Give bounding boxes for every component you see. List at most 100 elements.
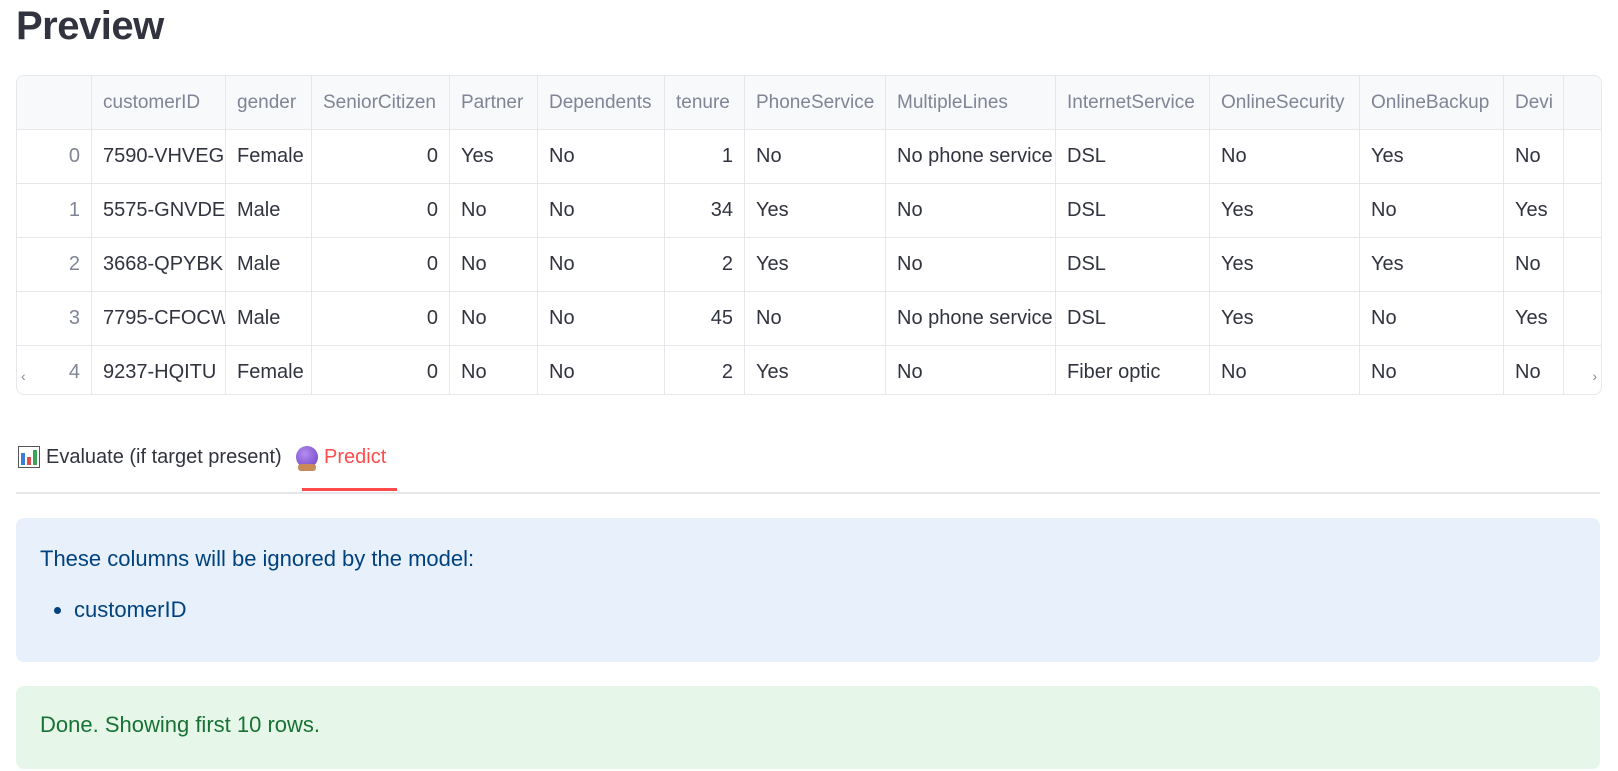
table-cell[interactable]: Female: [226, 130, 312, 183]
scroll-left-icon[interactable]: ‹: [21, 368, 26, 384]
table-cell[interactable]: No: [886, 238, 1056, 291]
column-header[interactable]: SeniorCitizen: [312, 76, 450, 129]
table-row: 4 9237-HQITU Female 0 No No 2 Yes No Fiber optic N…: [17, 346, 1601, 394]
table-cell[interactable]: Yes: [1210, 292, 1360, 345]
column-header[interactable]: customerID: [92, 76, 226, 129]
tab-predict[interactable]: Predict: [296, 446, 386, 490]
tab-bar: Evaluate (if target present) Predict: [16, 436, 1600, 494]
table-cell[interactable]: 7590-VHVEG: [92, 130, 226, 183]
scroll-right-icon[interactable]: ›: [1592, 368, 1597, 384]
table-cell[interactable]: Yes: [745, 184, 886, 237]
column-header[interactable]: gender: [226, 76, 312, 129]
table-cell[interactable]: Yes: [450, 130, 538, 183]
table-cell[interactable]: 34: [665, 184, 745, 237]
page-title: Preview: [16, 4, 164, 48]
table-cell[interactable]: No: [1360, 346, 1504, 394]
table-cell[interactable]: No: [450, 238, 538, 291]
ignored-columns-list: customerID: [40, 590, 186, 630]
table-cell[interactable]: No: [538, 346, 665, 394]
table-cell[interactable]: 0: [312, 184, 450, 237]
table-cell[interactable]: No: [745, 292, 886, 345]
table-cell[interactable]: Yes: [1360, 130, 1504, 183]
table-cell[interactable]: No: [886, 346, 1056, 394]
table-cell[interactable]: DSL: [1056, 130, 1210, 183]
table-cell[interactable]: Yes: [745, 238, 886, 291]
column-header[interactable]: Dependents: [538, 76, 665, 129]
table-cell[interactable]: Male: [226, 292, 312, 345]
table-cell[interactable]: 45: [665, 292, 745, 345]
table-cell[interactable]: 1: [665, 130, 745, 183]
table-cell[interactable]: No: [1504, 346, 1564, 394]
table-cell[interactable]: No: [538, 292, 665, 345]
table-cell[interactable]: 7795-CFOCW: [92, 292, 226, 345]
table-header-row: customerID gender SeniorCitizen Partner Depe…: [17, 76, 1601, 130]
table-cell[interactable]: Male: [226, 184, 312, 237]
table-cell[interactable]: 9237-HQITU: [92, 346, 226, 394]
table-cell[interactable]: No: [450, 292, 538, 345]
data-grid: customerID gender SeniorCitizen Partner Depe…: [17, 76, 1601, 394]
dataframe-preview[interactable]: customerID gender SeniorCitizen Partner Depe…: [16, 75, 1602, 395]
table-cell[interactable]: No: [886, 184, 1056, 237]
table-cell[interactable]: No: [538, 130, 665, 183]
table-cell[interactable]: 0: [312, 346, 450, 394]
table-cell[interactable]: Yes: [1504, 292, 1564, 345]
crystal-ball-icon: [296, 446, 318, 471]
table-cell[interactable]: No: [1360, 184, 1504, 237]
table-row: 2 3668-QPYBK Male 0 No No 2 Yes No DSL Yes Yes No: [17, 238, 1601, 292]
table-cell[interactable]: Male: [226, 238, 312, 291]
column-header[interactable]: tenure: [665, 76, 745, 129]
table-cell[interactable]: No: [538, 238, 665, 291]
table-cell[interactable]: No: [538, 184, 665, 237]
table-cell[interactable]: DSL: [1056, 238, 1210, 291]
table-cell[interactable]: No: [450, 184, 538, 237]
table-cell[interactable]: No: [1504, 238, 1564, 291]
row-index[interactable]: 0: [17, 130, 92, 183]
active-tab-indicator: [302, 488, 397, 491]
table-cell[interactable]: Fiber optic: [1056, 346, 1210, 394]
table-row: 1 5575-GNVDE Male 0 No No 34 Yes No DSL Yes No Yes: [17, 184, 1601, 238]
table-cell[interactable]: No: [1504, 130, 1564, 183]
column-header[interactable]: Partner: [450, 76, 538, 129]
tab-predict-label: Predict: [324, 446, 387, 468]
list-item: customerID: [74, 590, 186, 630]
table-cell[interactable]: 0: [312, 130, 450, 183]
table-cell[interactable]: No: [450, 346, 538, 394]
table-cell[interactable]: Yes: [1210, 238, 1360, 291]
table-cell[interactable]: Yes: [1504, 184, 1564, 237]
table-cell[interactable]: DSL: [1056, 184, 1210, 237]
row-index[interactable]: 2: [17, 238, 92, 291]
table-cell[interactable]: No: [1360, 292, 1504, 345]
table-cell[interactable]: 2: [665, 238, 745, 291]
table-row: 3 7795-CFOCW Male 0 No No 45 No No phone service…: [17, 292, 1601, 346]
table-cell[interactable]: Female: [226, 346, 312, 394]
table-cell[interactable]: No phone service: [886, 130, 1056, 183]
table-row: 0 7590-VHVEG Female 0 Yes No 1 No No phone servi…: [17, 130, 1601, 184]
table-cell[interactable]: 0: [312, 238, 450, 291]
table-cell[interactable]: DSL: [1056, 292, 1210, 345]
table-cell[interactable]: No phone service: [886, 292, 1056, 345]
column-header[interactable]: [17, 76, 92, 129]
table-cell[interactable]: Yes: [1360, 238, 1504, 291]
column-header[interactable]: MultipleLines: [886, 76, 1056, 129]
table-cell[interactable]: 3668-QPYBK: [92, 238, 226, 291]
table-cell[interactable]: 2: [665, 346, 745, 394]
table-cell[interactable]: No: [1210, 346, 1360, 394]
row-index[interactable]: 1: [17, 184, 92, 237]
table-cell[interactable]: Yes: [1210, 184, 1360, 237]
table-cell[interactable]: No: [745, 130, 886, 183]
tab-evaluate-label: Evaluate (if target present): [46, 446, 282, 468]
column-header[interactable]: OnlineSecurity: [1210, 76, 1360, 129]
table-cell[interactable]: 5575-GNVDE: [92, 184, 226, 237]
row-index[interactable]: 3: [17, 292, 92, 345]
success-alert: Done. Showing first 10 rows.: [16, 686, 1600, 769]
table-cell[interactable]: Yes: [745, 346, 886, 394]
tab-evaluate[interactable]: Evaluate (if target present): [18, 446, 282, 490]
info-alert-message: These columns will be ignored by the mod…: [40, 546, 475, 571]
column-header[interactable]: InternetService: [1056, 76, 1210, 129]
table-cell[interactable]: 0: [312, 292, 450, 345]
row-index[interactable]: 4: [17, 346, 92, 394]
column-header[interactable]: OnlineBackup: [1360, 76, 1504, 129]
column-header[interactable]: PhoneService: [745, 76, 886, 129]
table-cell[interactable]: No: [1210, 130, 1360, 183]
column-header[interactable]: Devi: [1504, 76, 1564, 129]
